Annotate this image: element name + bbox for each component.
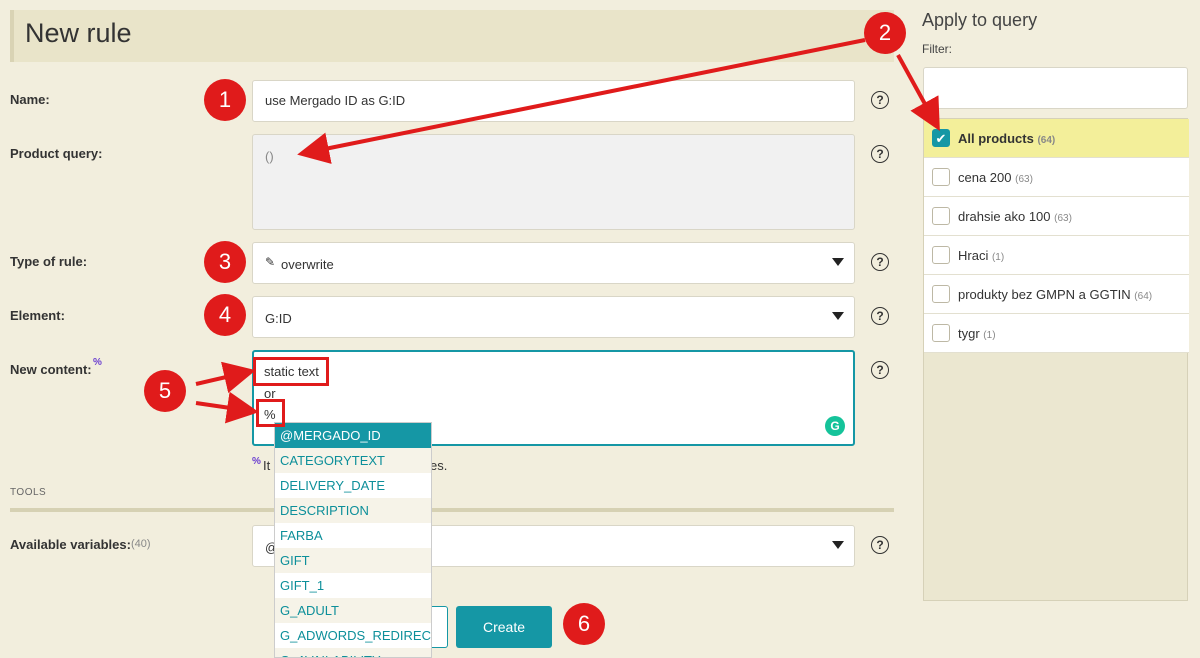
arrow-to-static-text (195, 361, 256, 393)
annotation-arrows (195, 38, 940, 424)
arrow-to-all-products (896, 54, 940, 132)
arrow-to-percent (195, 391, 259, 424)
callout-6: 6 (563, 603, 605, 645)
callout-4: 4 (204, 294, 246, 336)
callout-2: 2 (864, 12, 906, 54)
arrow-to-query (297, 38, 866, 164)
callout-5: 5 (144, 370, 186, 412)
callout-3: 3 (204, 241, 246, 283)
callout-1: 1 (204, 79, 246, 121)
